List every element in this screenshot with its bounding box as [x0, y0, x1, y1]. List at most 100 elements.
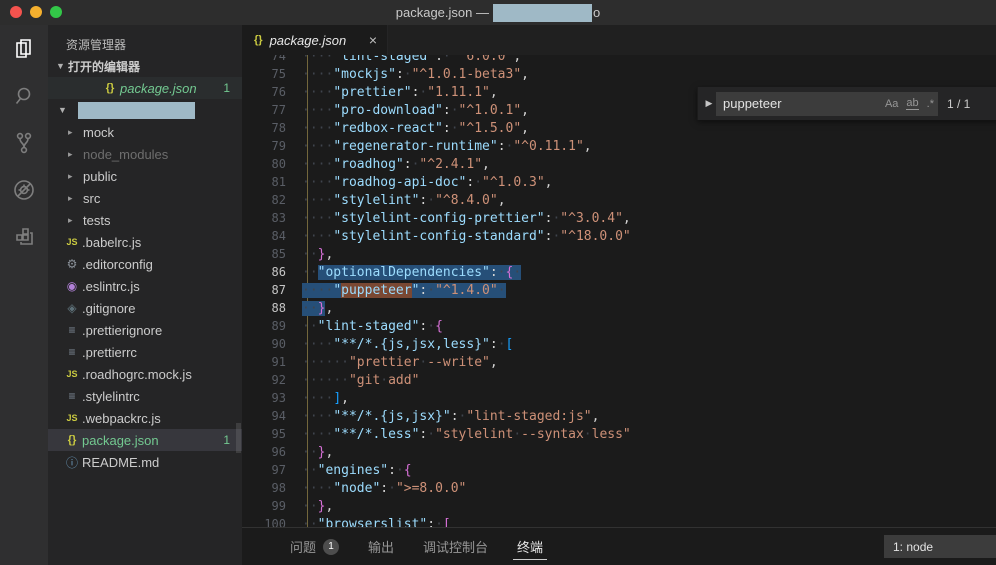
code-line-80[interactable]: 80····"roadhog":·"^2.4.1",	[242, 155, 631, 173]
line-number: 99	[242, 499, 286, 513]
line-content: ··"lint-staged":·{	[286, 319, 443, 334]
code-line-100[interactable]: 100··"browserslist":·[	[242, 515, 631, 527]
maximize-window-icon[interactable]	[50, 6, 62, 18]
code-line-85[interactable]: 85··},	[242, 245, 631, 263]
file-item--stylelintrc[interactable]: ≡.stylelintrc	[48, 385, 242, 407]
code-line-74[interactable]: 74····"lint-staged":·"^6.0.0",	[242, 55, 631, 65]
panel-tab-label: 终端	[517, 537, 543, 556]
file-item--eslintrc-js[interactable]: ◉.eslintrc.js	[48, 275, 242, 297]
code-line-75[interactable]: 75····"mockjs":·"^1.0.1-beta3",	[242, 65, 631, 83]
code-line-96[interactable]: 96··},	[242, 443, 631, 461]
close-tab-icon[interactable]: ×	[369, 32, 377, 48]
line-content: ····"lint-staged":·"^6.0.0",	[286, 55, 521, 64]
search-icon[interactable]	[0, 72, 48, 119]
match-case-toggle[interactable]: Aa	[885, 98, 898, 110]
code-line-77[interactable]: 77····"pro-download":·"^1.0.1",	[242, 101, 631, 119]
debug-icon[interactable]	[0, 166, 48, 213]
terminal-select[interactable]: 1: node	[884, 535, 996, 558]
code-line-95[interactable]: 95····"**/*.less":·"stylelint·--syntax·l…	[242, 425, 631, 443]
file-item--roadhogrc-mock-js[interactable]: JS.roadhogrc.mock.js	[48, 363, 242, 385]
title-bar: package.json — o	[0, 0, 996, 25]
code-line-83[interactable]: 83····"stylelint-config-prettier":·"^3.0…	[242, 209, 631, 227]
redacted-workspace-name	[78, 102, 195, 119]
lines-file-icon: ≡	[62, 323, 82, 337]
file-item-package-json[interactable]: {}package.json1	[48, 429, 242, 451]
file-item--babelrc-js[interactable]: JS.babelrc.js	[48, 231, 242, 253]
code-line-82[interactable]: 82····"stylelint":·"^8.4.0",	[242, 191, 631, 209]
explorer-icon[interactable]	[0, 25, 48, 72]
line-content: ······"git·add"	[286, 373, 419, 388]
folder-item-tests[interactable]: ▸tests	[48, 209, 242, 231]
code-line-78[interactable]: 78····"redbox-react":·"^1.5.0",	[242, 119, 631, 137]
panel-tab-terminal-active[interactable]: 终端	[517, 528, 543, 565]
tab-package-json[interactable]: {} package.json ×	[242, 25, 388, 55]
code-line-81[interactable]: 81····"roadhog-api-doc":·"^1.0.3",	[242, 173, 631, 191]
source-control-icon[interactable]	[0, 119, 48, 166]
problems-count-badge: 1	[323, 539, 339, 555]
chevron-right-icon: ▸	[68, 171, 83, 182]
line-content: ····"prettier":·"1.11.1",	[286, 85, 498, 100]
close-window-icon[interactable]	[10, 6, 22, 18]
open-editor-item-package-json[interactable]: {} package.json 1	[48, 77, 242, 99]
file-item--prettierignore[interactable]: ≡.prettierignore	[48, 319, 242, 341]
open-editors-section-header[interactable]: ▼ 打开的编辑器	[48, 55, 242, 77]
file-item--webpackrc-js[interactable]: JS.webpackrc.js	[48, 407, 242, 429]
code-line-92[interactable]: 92······"git·add"	[242, 371, 631, 389]
regex-toggle[interactable]: .*	[927, 98, 934, 110]
lines-file-icon: ≡	[62, 345, 82, 359]
lines-file-icon: ≡	[62, 389, 82, 403]
find-input[interactable]: puppeteer Aa ab .*	[716, 92, 938, 116]
folder-item-src[interactable]: ▸src	[48, 187, 242, 209]
code-line-89[interactable]: 89··"lint-staged":·{	[242, 317, 631, 335]
code-line-84[interactable]: 84····"stylelint-config-standard":·"^18.…	[242, 227, 631, 245]
folder-item-public[interactable]: ▸public	[48, 165, 242, 187]
line-content: ··"browserslist":·[	[286, 517, 451, 528]
line-number: 98	[242, 481, 286, 495]
panel-tab-[interactable]: 输出	[368, 528, 394, 565]
code-line-94[interactable]: 94····"**/*.{js,jsx}":·"lint-staged:js",	[242, 407, 631, 425]
line-number: 74	[242, 55, 286, 63]
file-item--gitignore[interactable]: ◈.gitignore	[48, 297, 242, 319]
code-editor[interactable]: 74····"lint-staged":·"^6.0.0",75····"moc…	[242, 55, 996, 527]
line-number: 82	[242, 193, 286, 207]
minimize-window-icon[interactable]	[30, 6, 42, 18]
line-number: 78	[242, 121, 286, 135]
code-line-87[interactable]: 87····"puppeteer":·"^1.4.0"·	[242, 281, 631, 299]
file-item--prettierrc[interactable]: ≡.prettierrc	[48, 341, 242, 363]
file-item-readme-md[interactable]: ⓘREADME.md	[48, 451, 242, 473]
chevron-right-icon: ▸	[68, 149, 83, 160]
find-expand-chevron-icon[interactable]: ▶	[702, 98, 716, 109]
panel-tab-label: 问题	[290, 537, 316, 556]
workspace-section-header[interactable]: ▼	[48, 99, 242, 121]
file-item--editorconfig[interactable]: ⚙.editorconfig	[48, 253, 242, 275]
sidebar-title: 资源管理器	[48, 25, 242, 55]
code-line-91[interactable]: 91······"prettier·--write",	[242, 353, 631, 371]
code-line-88[interactable]: 88··},	[242, 299, 631, 317]
tab-label: package.json	[270, 33, 347, 48]
item-label: public	[83, 169, 117, 184]
line-content: ····"stylelint-config-prettier":·"^3.0.4…	[286, 211, 631, 226]
code-line-93[interactable]: 93····],	[242, 389, 631, 407]
window-title: package.json — o	[0, 4, 996, 22]
code-line-79[interactable]: 79····"regenerator-runtime":·"^0.11.1",	[242, 137, 631, 155]
file-tree: ▸mock▸node_modules▸public▸src▸testsJS.ba…	[48, 121, 242, 473]
whole-word-toggle[interactable]: ab	[906, 97, 918, 110]
line-content: ··},	[286, 445, 333, 460]
js-file-icon: JS	[62, 237, 82, 247]
item-label: .babelrc.js	[82, 235, 141, 250]
code-line-76[interactable]: 76····"prettier":·"1.11.1",	[242, 83, 631, 101]
json-file-icon: {}	[100, 82, 120, 94]
folder-item-node-modules[interactable]: ▸node_modules	[48, 143, 242, 165]
folder-item-mock[interactable]: ▸mock	[48, 121, 242, 143]
code-line-99[interactable]: 99··},	[242, 497, 631, 515]
chevron-right-icon: ▸	[68, 193, 83, 204]
redacted-project-name	[493, 4, 592, 22]
panel-tab-[interactable]: 调试控制台	[423, 528, 488, 565]
extensions-icon[interactable]	[0, 213, 48, 260]
code-line-97[interactable]: 97··"engines":·{	[242, 461, 631, 479]
code-line-98[interactable]: 98····"node":·">=8.0.0"	[242, 479, 631, 497]
code-line-86[interactable]: 86··"optionalDependencies":·{·	[242, 263, 631, 281]
panel-tab-[interactable]: 问题 1	[290, 528, 339, 565]
sidebar-scrollbar[interactable]	[236, 423, 241, 453]
code-line-90[interactable]: 90····"**/*.{js,jsx,less}":·[	[242, 335, 631, 353]
